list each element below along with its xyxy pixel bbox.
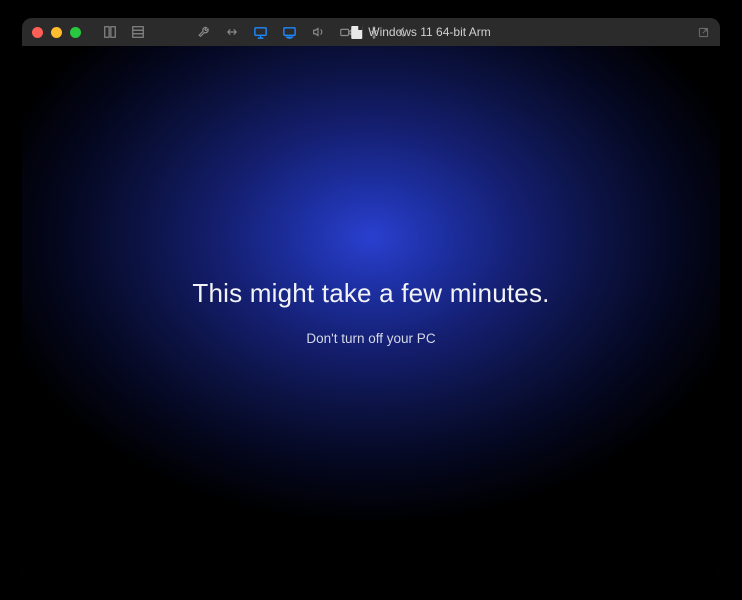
maximize-button[interactable] (70, 27, 81, 38)
close-button[interactable] (32, 27, 43, 38)
wrench-icon[interactable] (197, 25, 211, 39)
window-title: Windows 11 64-bit Arm (368, 25, 491, 39)
update-subtext: Don't turn off your PC (306, 331, 435, 346)
vm-screen: This might take a few minutes. Don't tur… (22, 46, 720, 578)
resize-icon[interactable] (225, 25, 239, 39)
vm-window: Windows 11 64-bit Arm This might take a … (22, 18, 720, 578)
update-heading: This might take a few minutes. (192, 278, 549, 309)
columns-icon[interactable] (103, 25, 117, 39)
document-icon (351, 26, 362, 39)
volume-icon[interactable] (311, 25, 325, 39)
minimize-button[interactable] (51, 27, 62, 38)
titlebar: Windows 11 64-bit Arm (22, 18, 720, 46)
send-icon[interactable] (697, 26, 710, 39)
display-alt-icon[interactable] (282, 25, 297, 40)
traffic-lights (32, 27, 81, 38)
window-title-group: Windows 11 64-bit Arm (351, 25, 491, 39)
list-icon[interactable] (131, 25, 145, 39)
display-icon[interactable] (253, 25, 268, 40)
